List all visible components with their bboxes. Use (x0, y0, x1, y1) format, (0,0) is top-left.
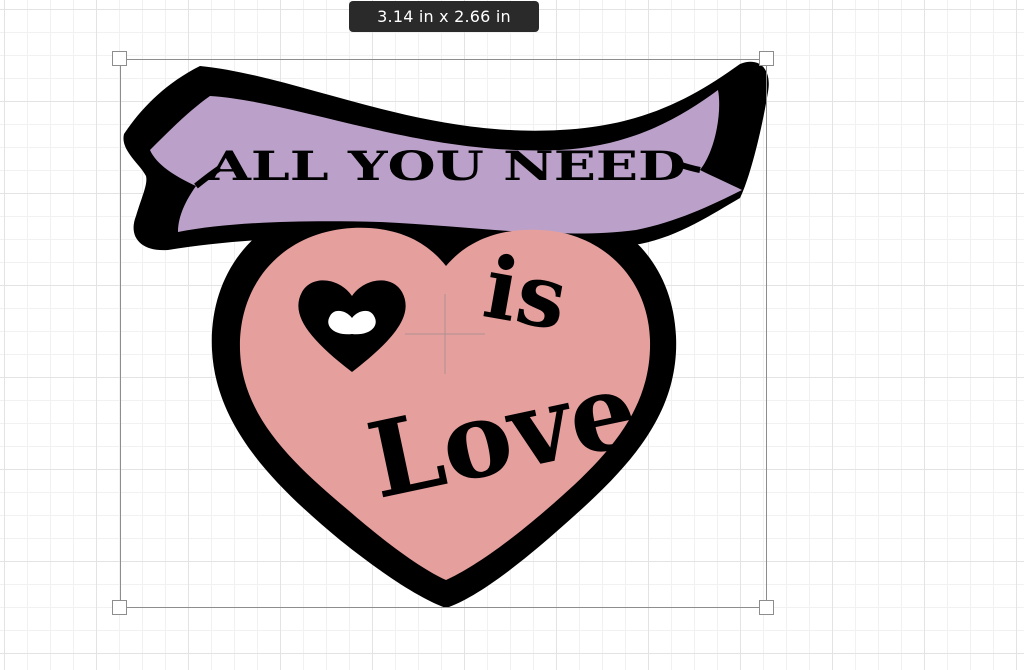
resize-handle-top-right[interactable] (759, 51, 774, 66)
resize-handle-bottom-left[interactable] (112, 600, 127, 615)
resize-handle-bottom-right[interactable] (759, 600, 774, 615)
design-canvas[interactable]: 3.14 in x 2.66 in ALL YOU NEED is Love (0, 0, 1024, 670)
resize-handle-top-left[interactable] (112, 51, 127, 66)
selection-bounding-box[interactable] (120, 59, 767, 608)
